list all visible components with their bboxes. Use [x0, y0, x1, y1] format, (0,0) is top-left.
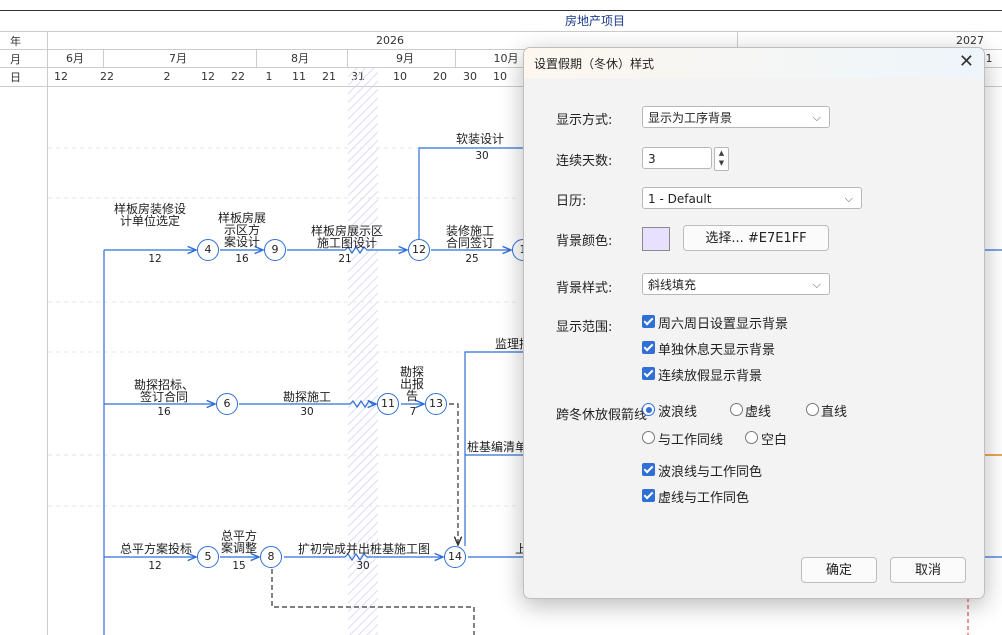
- node[interactable]: 5: [197, 546, 219, 568]
- chevron-down-icon: ⌵: [844, 192, 853, 205]
- node[interactable]: 8: [260, 546, 282, 568]
- weekend-bg-label: 周六周日设置显示背景: [658, 317, 789, 332]
- node[interactable]: 13: [425, 393, 447, 415]
- task-label: 勘探招标、 签订合同: [133, 378, 194, 404]
- holiday-style-dialog: 设置假期（冬休）样式 ✕ 显示方式: 显示为工序背景 ⌵ 连续天数: 3 ▲ ▼…: [523, 47, 985, 599]
- chevron-up-icon[interactable]: ▲: [715, 148, 728, 158]
- task-label: 样板房展 示区方 案设计: [217, 211, 266, 249]
- task-duration: 16: [157, 406, 171, 418]
- color-swatch[interactable]: [642, 227, 670, 251]
- consecutive-holiday-checkbox[interactable]: [642, 367, 655, 380]
- task-duration: 12: [148, 253, 162, 265]
- ok-button[interactable]: 确定: [801, 557, 877, 583]
- single-rest-label: 单独休息天显示背景: [658, 343, 776, 358]
- calendar-value: 1 - Default: [648, 192, 712, 206]
- radio-blank-label: 空白: [761, 433, 788, 448]
- consecutive-days-input[interactable]: 3: [642, 147, 712, 169]
- task-label: 总平方案投标: [119, 542, 192, 556]
- task-label: 扩初完成并出桩基施工图: [297, 542, 430, 556]
- task-duration: 15: [232, 560, 246, 572]
- dialog-titlebar[interactable]: 设置假期（冬休）样式 ✕: [524, 48, 984, 78]
- calendar-select[interactable]: 1 - Default ⌵: [642, 187, 862, 209]
- cancel-button[interactable]: 取消: [890, 557, 966, 583]
- display-mode-select[interactable]: 显示为工序背景 ⌵: [642, 106, 830, 128]
- radio-dashed-label: 虚线: [745, 405, 772, 420]
- dashed-same-color-checkbox[interactable]: [642, 489, 655, 502]
- node[interactable]: 14: [444, 546, 466, 568]
- display-mode-label: 显示方式:: [556, 113, 613, 128]
- node[interactable]: 9: [264, 239, 286, 261]
- task-duration: 30: [475, 150, 489, 162]
- display-range-label: 显示范围:: [556, 320, 613, 335]
- radio-straight-label: 直线: [821, 405, 848, 420]
- radio-blank[interactable]: [745, 431, 758, 444]
- task-duration: 25: [465, 253, 479, 265]
- consecutive-holiday-label: 连续放假显示背景: [658, 369, 763, 384]
- radio-dashed[interactable]: [730, 403, 743, 416]
- node[interactable]: 11: [377, 393, 399, 415]
- radio-wavy[interactable]: [642, 403, 655, 416]
- task-duration: 7: [409, 406, 417, 418]
- single-rest-checkbox[interactable]: [642, 341, 655, 354]
- radio-wavy-label: 波浪线: [658, 405, 698, 420]
- bg-style-select[interactable]: 斜线填充 ⌵: [642, 273, 830, 295]
- bg-style-label: 背景样式:: [556, 281, 613, 296]
- bg-style-value: 斜线填充: [648, 278, 697, 292]
- task-label: 勘探 出报告: [399, 365, 424, 403]
- task-label: 勘探施工: [282, 390, 331, 404]
- dialog-title: 设置假期（冬休）样式: [534, 57, 655, 71]
- task-duration: 21: [338, 253, 352, 265]
- chevron-down-icon: ⌵: [812, 278, 821, 291]
- days-stepper[interactable]: ▲ ▼: [714, 147, 729, 171]
- close-icon[interactable]: ✕: [959, 52, 974, 72]
- chevron-down-icon[interactable]: ▼: [715, 158, 728, 168]
- task-label: 样板房展示区 施工图设计: [310, 224, 383, 250]
- wavy-same-color-label: 波浪线与工作同色: [658, 465, 763, 480]
- task-duration: 30: [300, 406, 314, 418]
- radio-same-as-work[interactable]: [642, 431, 655, 444]
- task-label: 样板房装修设 计单位选定: [113, 202, 186, 228]
- arrow-style-label: 跨冬休放假箭线: [556, 408, 648, 423]
- task-label: 总平方 案调整: [220, 529, 257, 555]
- dashed-same-color-label: 虚线与工作同色: [658, 491, 750, 506]
- choose-color-button[interactable]: 选择... #E7E1FF: [683, 225, 829, 251]
- node[interactable]: 4: [197, 239, 219, 261]
- node[interactable]: 12: [408, 239, 430, 261]
- task-duration: 16: [235, 253, 249, 265]
- radio-straight[interactable]: [806, 403, 819, 416]
- wavy-same-color-checkbox[interactable]: [642, 463, 655, 476]
- display-mode-value: 显示为工序背景: [648, 111, 733, 125]
- task-label: 装修施工 合同签订: [445, 224, 494, 250]
- consecutive-days-label: 连续天数:: [556, 154, 613, 169]
- radio-same-as-work-label: 与工作同线: [658, 433, 724, 448]
- calendar-label: 日历:: [556, 194, 587, 209]
- chevron-down-icon: ⌵: [812, 111, 821, 124]
- node[interactable]: 6: [216, 393, 238, 415]
- weekend-bg-checkbox[interactable]: [642, 315, 655, 328]
- task-duration: 12: [148, 560, 162, 572]
- task-label: 桩基编清单: [467, 440, 528, 454]
- task-label: 软装设计: [455, 132, 504, 146]
- task-duration: 30: [356, 560, 370, 572]
- bg-color-label: 背景颜色:: [556, 234, 613, 249]
